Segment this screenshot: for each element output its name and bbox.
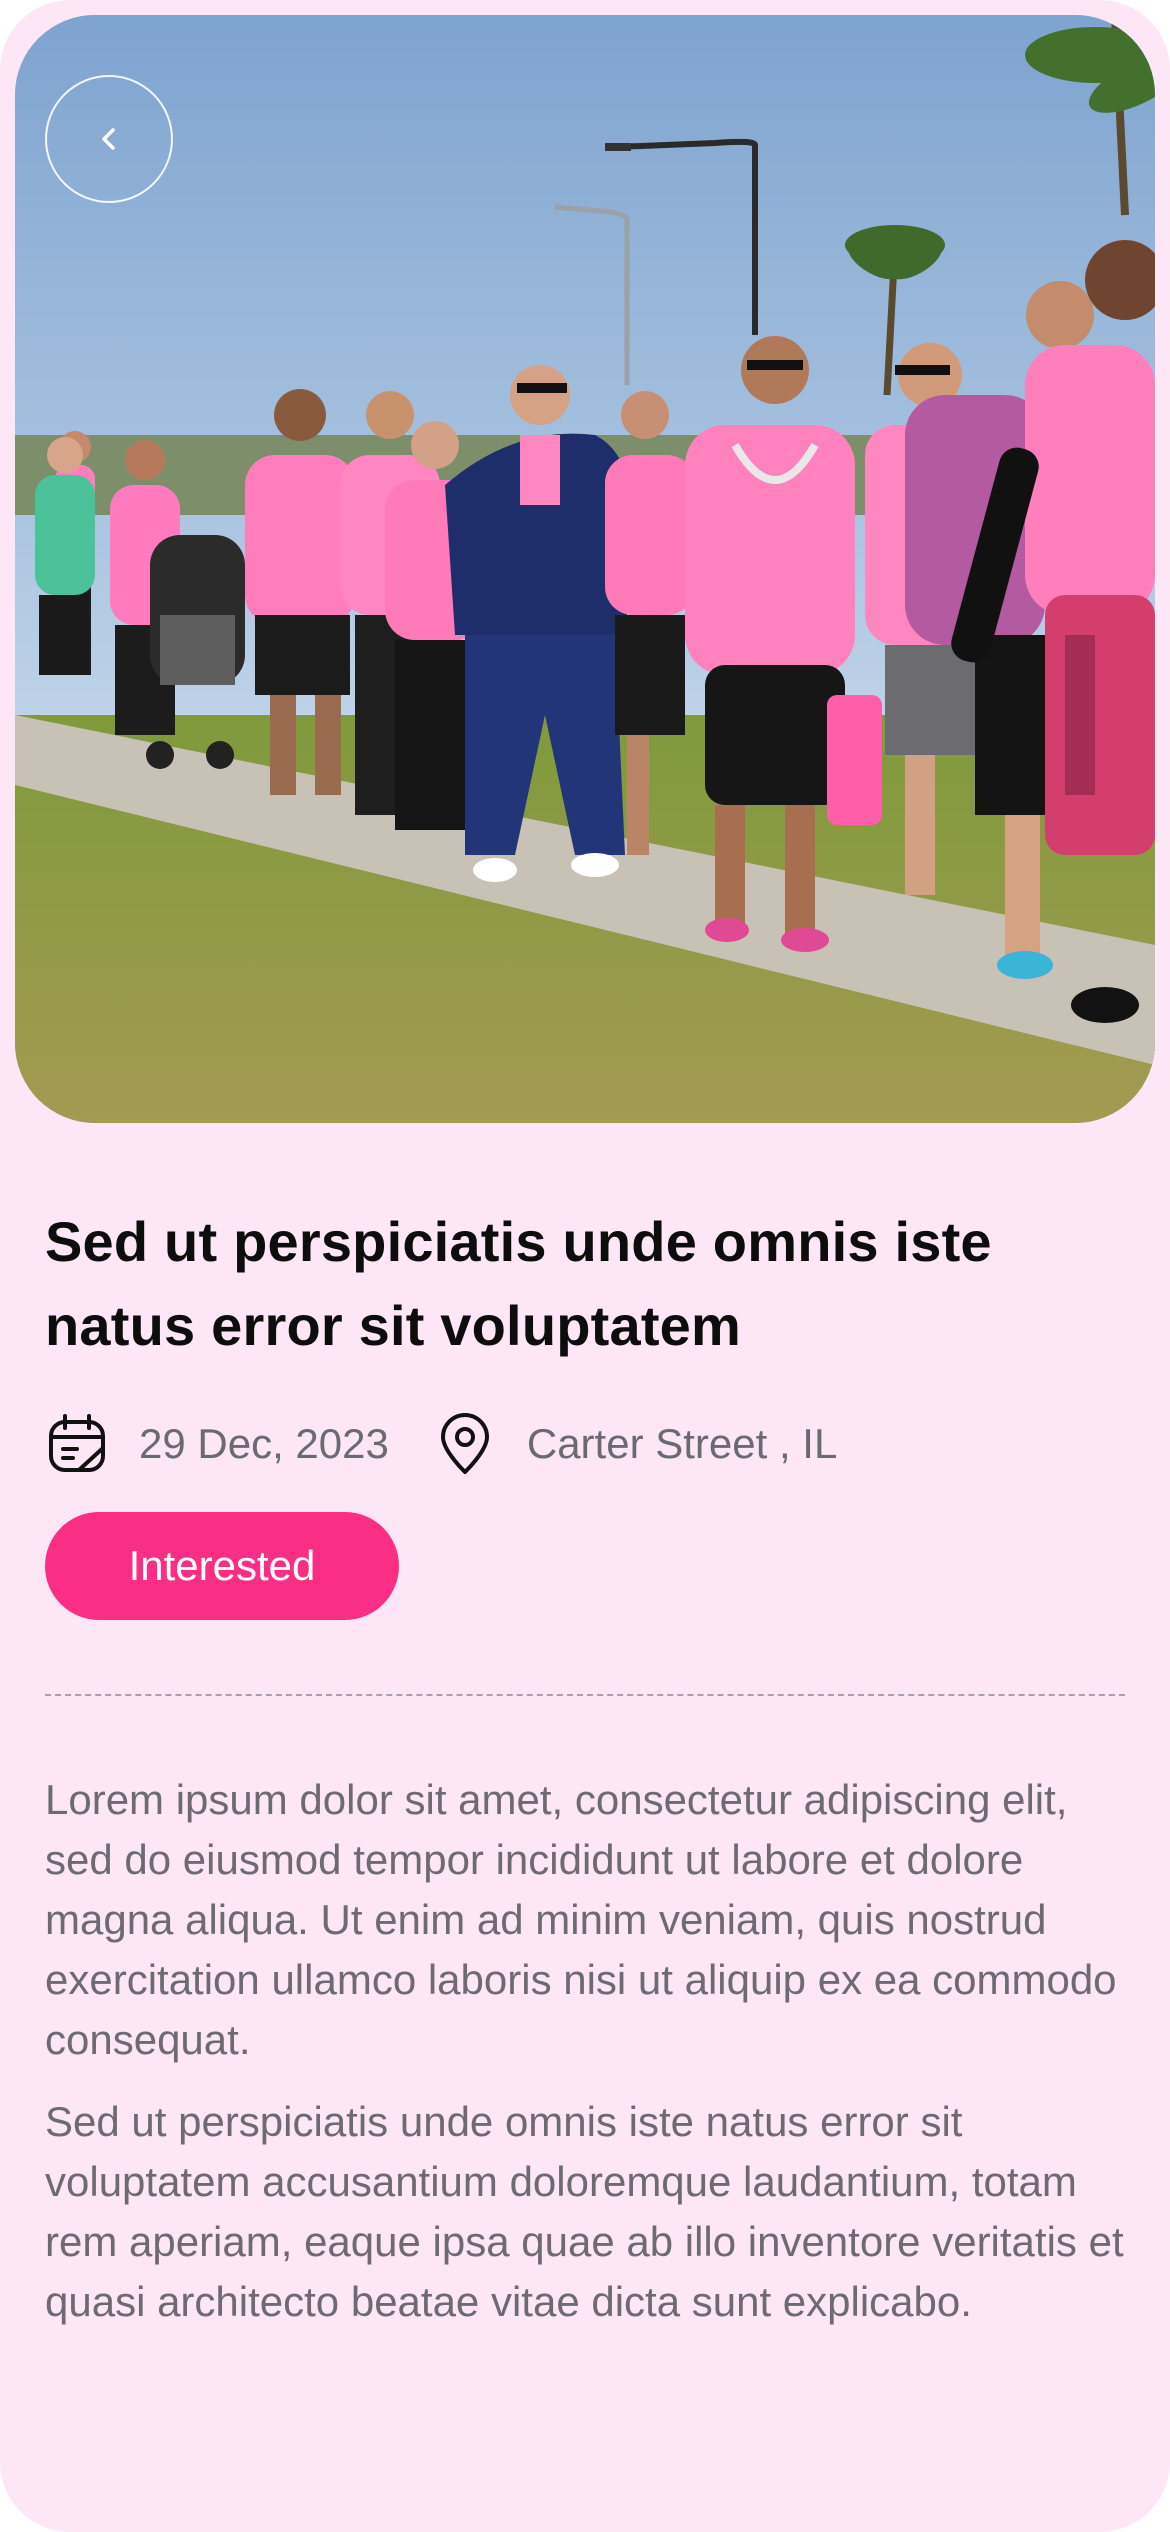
event-location: Carter Street , IL	[526, 1420, 838, 1467]
back-button[interactable]	[45, 75, 173, 203]
event-detail-screen: Sed ut perspiciatis unde omnis iste natu…	[0, 0, 1170, 2532]
chevron-left-icon	[92, 122, 126, 156]
event-description: Lorem ipsum dolor sit amet, consectetur …	[45, 1770, 1130, 2354]
event-date: 29 Dec, 2023	[139, 1420, 389, 1467]
calendar-icon	[45, 1412, 109, 1476]
dashed-divider	[45, 1694, 1125, 1696]
description-paragraph: Lorem ipsum dolor sit amet, consectetur …	[45, 1776, 1117, 2063]
event-meta: 29 Dec, 2023 Carter Street , IL	[45, 1405, 837, 1483]
interested-button[interactable]: Interested	[45, 1512, 399, 1620]
walk-event-photo	[15, 15, 1155, 1123]
location-pin-icon	[433, 1412, 497, 1476]
description-paragraph: Sed ut perspiciatis unde omnis iste natu…	[45, 2098, 1124, 2325]
event-title: Sed ut perspiciatis unde omnis iste natu…	[45, 1210, 992, 1357]
event-hero-image	[15, 15, 1155, 1123]
